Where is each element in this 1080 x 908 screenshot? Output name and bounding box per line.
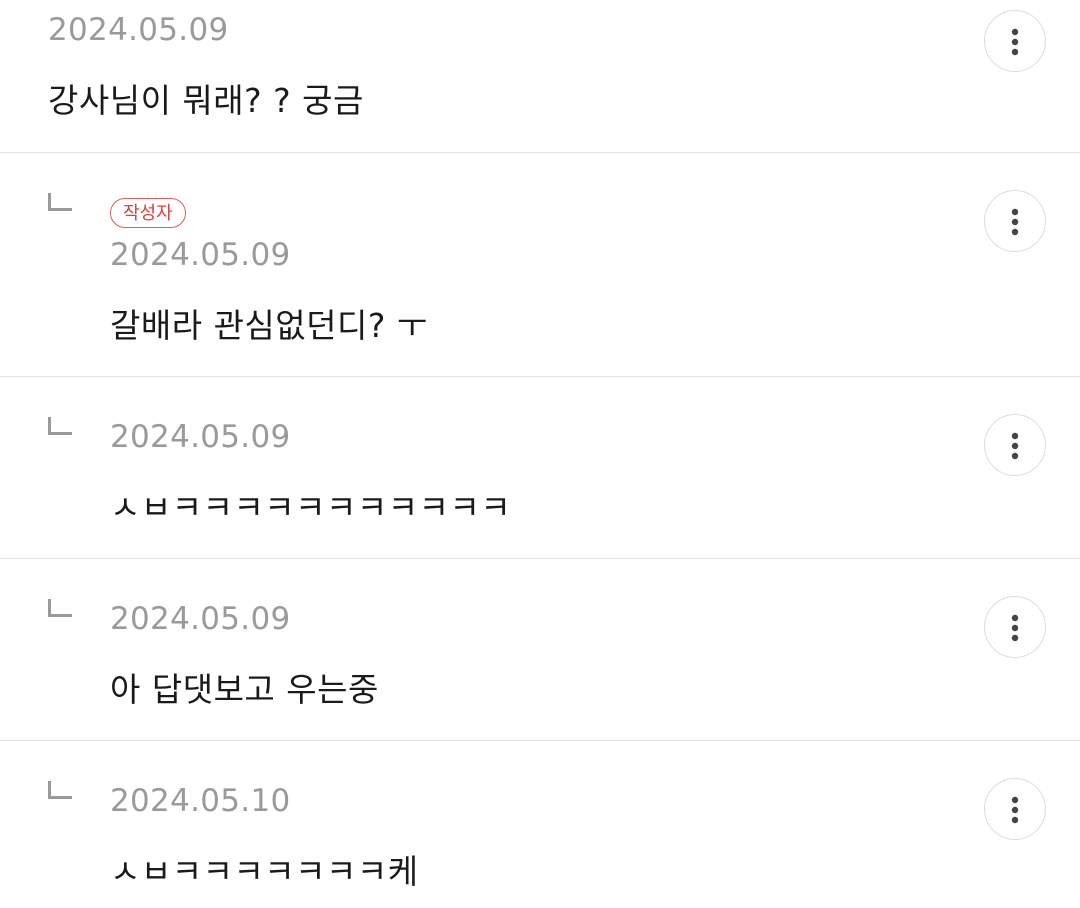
reply-item: 2024.05.09 ㅅㅂㅋㅋㅋㅋㅋㅋㅋㅋㅋㅋㅋ — [0, 377, 1080, 558]
comment-date: 2024.05.09 — [110, 237, 291, 273]
more-vertical-icon — [1011, 614, 1019, 642]
more-vertical-icon — [1011, 432, 1019, 460]
reply-item: 2024.05.10 ㅅㅂㅋㅋㅋㅋㅋㅋㅋ케 — [0, 741, 1080, 908]
comment-date: 2024.05.10 — [110, 783, 291, 819]
comment-text: 아 답댓보고 우는중 — [110, 670, 379, 709]
comment-text: 갈배라 관심없던디? ㅜ — [110, 306, 428, 345]
reply-arrow-icon — [48, 417, 72, 435]
reply-item: 작성자 2024.05.09 갈배라 관심없던디? ㅜ — [0, 153, 1080, 376]
reply-arrow-icon — [48, 781, 72, 799]
more-options-button[interactable] — [984, 596, 1046, 658]
comment-date: 2024.05.09 — [110, 419, 291, 455]
more-options-button[interactable] — [984, 778, 1046, 840]
more-options-button[interactable] — [984, 190, 1046, 252]
more-vertical-icon — [1011, 208, 1019, 236]
comment-date: 2024.05.09 — [110, 601, 291, 637]
comment-text: ㅅㅂㅋㅋㅋㅋㅋㅋㅋ케 — [110, 852, 419, 891]
comment-text: ㅅㅂㅋㅋㅋㅋㅋㅋㅋㅋㅋㅋㅋ — [110, 488, 512, 527]
reply-arrow-icon — [48, 599, 72, 617]
more-options-button[interactable] — [984, 414, 1046, 476]
comment-date: 2024.05.09 — [48, 12, 229, 48]
more-options-button[interactable] — [984, 10, 1046, 72]
author-badge: 작성자 — [110, 198, 186, 228]
reply-item: 2024.05.09 아 답댓보고 우는중 — [0, 559, 1080, 740]
comment-item: 2024.05.09 강사님이 뭐래? ? 궁금 — [0, 0, 1080, 152]
comment-text: 강사님이 뭐래? ? 궁금 — [48, 81, 364, 120]
reply-arrow-icon — [48, 193, 72, 211]
more-vertical-icon — [1011, 796, 1019, 824]
comment-list: 2024.05.09 강사님이 뭐래? ? 궁금 작성자 2024.05.09 … — [0, 0, 1080, 908]
more-vertical-icon — [1011, 28, 1019, 56]
